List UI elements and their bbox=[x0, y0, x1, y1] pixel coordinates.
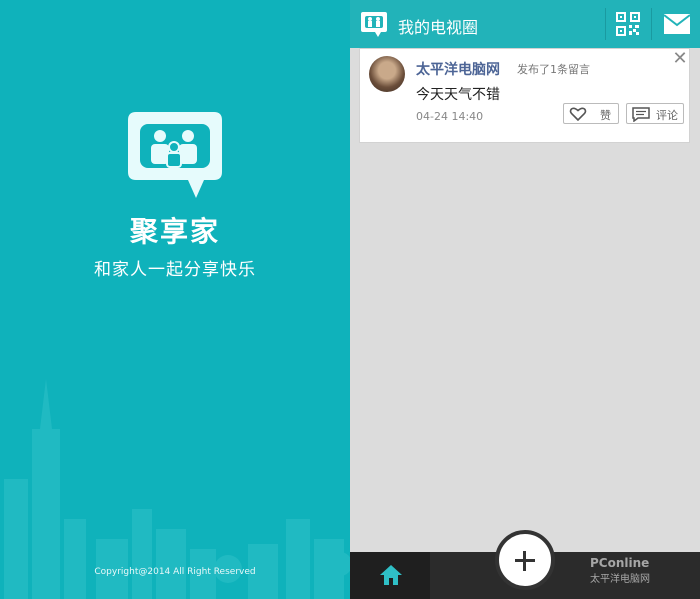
like-label: 赞 bbox=[600, 109, 611, 122]
city-skyline-illustration bbox=[4, 379, 350, 599]
plus-icon bbox=[523, 551, 526, 571]
home-tab[interactable] bbox=[350, 552, 430, 599]
page-title: 我的电视圈 bbox=[398, 18, 479, 37]
comment-label: 评论 bbox=[656, 109, 678, 122]
like-button[interactable]: 赞 bbox=[563, 103, 619, 124]
watermark-sub: 太平洋电脑网 bbox=[590, 574, 650, 585]
app-slogan: 和家人一起分享快乐 bbox=[94, 260, 256, 280]
mail-icon[interactable] bbox=[663, 13, 691, 35]
divider bbox=[605, 8, 606, 40]
app-name: 聚享家 bbox=[129, 215, 220, 248]
watermark-brand: PConline bbox=[590, 556, 650, 570]
qr-code-icon[interactable] bbox=[616, 12, 640, 36]
comment-icon bbox=[632, 107, 650, 122]
comment-button[interactable]: 评论 bbox=[626, 103, 684, 124]
divider bbox=[651, 8, 652, 40]
splash-screen: 聚享家 和家人一起分享快乐 Copyright@2014 All Right R… bbox=[0, 0, 350, 599]
heart-icon bbox=[569, 107, 587, 121]
post-author[interactable]: 太平洋电脑网 bbox=[416, 59, 500, 79]
feed-screen: 我的电视圈 太平洋电脑网 发布了1条留言 ✕ 今天天气不错 04-24 14:4… bbox=[350, 0, 700, 599]
post-action: 发布了1条留言 bbox=[517, 63, 590, 76]
watermark: PConline 太平洋电脑网 bbox=[590, 556, 650, 585]
tv-family-icon[interactable] bbox=[359, 10, 389, 38]
post-card: 太平洋电脑网 发布了1条留言 ✕ 今天天气不错 04-24 14:40 赞 评论 bbox=[359, 48, 690, 143]
close-icon[interactable]: ✕ bbox=[672, 50, 688, 68]
tv-family-logo bbox=[128, 112, 222, 198]
post-content: 今天天气不错 bbox=[416, 87, 500, 103]
avatar[interactable] bbox=[369, 56, 405, 92]
post-timestamp: 04-24 14:40 bbox=[416, 110, 484, 123]
add-post-button[interactable] bbox=[495, 530, 555, 590]
copyright-text: Copyright@2014 All Right Reserved bbox=[94, 567, 256, 577]
home-icon bbox=[380, 565, 402, 585]
top-bar: 我的电视圈 bbox=[350, 0, 700, 48]
